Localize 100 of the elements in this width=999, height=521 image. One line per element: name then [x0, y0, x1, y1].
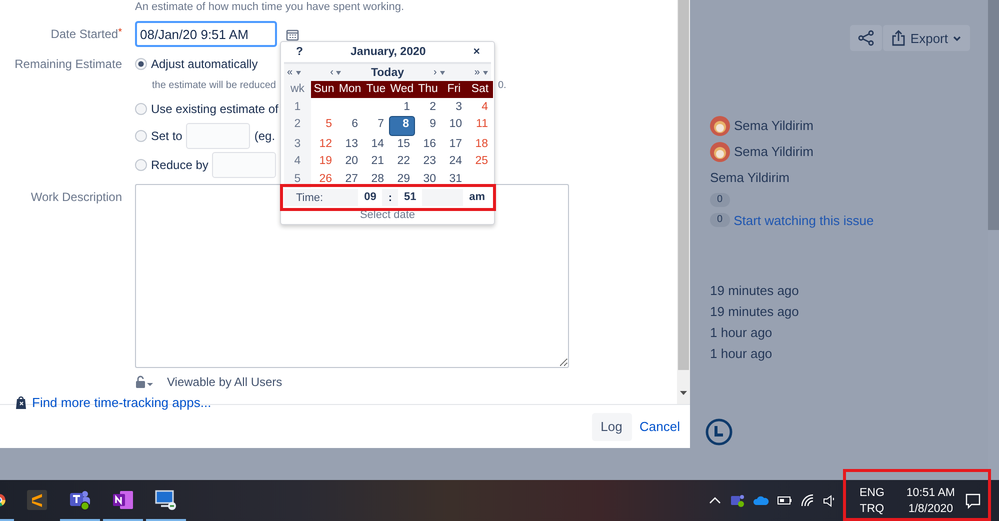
day-cell[interactable]: 14	[363, 136, 389, 153]
day-cell[interactable]: 6	[337, 116, 363, 134]
count-badge: 0	[710, 193, 730, 207]
volume-icon[interactable]	[822, 493, 834, 508]
scroll-down-icon[interactable]	[679, 390, 688, 396]
hour-field[interactable]: 09	[358, 189, 382, 206]
day-cell[interactable]: 27	[337, 170, 363, 188]
timestamp: 19 minutes ago	[710, 283, 800, 299]
language-indicator[interactable]: ENG TRQ	[859, 484, 884, 516]
day-cell[interactable]: 4	[467, 98, 493, 116]
weekday-label: Sun	[311, 81, 337, 98]
day-cell[interactable]: 18	[467, 136, 493, 153]
apps-link[interactable]: Find more time-tracking apps...	[32, 395, 212, 410]
week-number: 3	[293, 136, 302, 152]
estimate-field[interactable]	[186, 123, 250, 149]
nav-button[interactable]: «	[287, 67, 301, 78]
option-label: Set to	[151, 129, 182, 143]
radio-button[interactable]	[135, 159, 147, 171]
close-button[interactable]: ×	[473, 46, 480, 58]
log-button[interactable]: Log	[592, 412, 632, 440]
day-cell[interactable]: 3	[441, 98, 467, 116]
day-cell[interactable]: 31	[441, 170, 467, 188]
day-cell[interactable]: 8	[389, 116, 415, 136]
day-cell[interactable]: 21	[363, 153, 389, 170]
day-cell[interactable]: 13	[337, 136, 363, 153]
visibility-label: Viewable by All Users	[167, 375, 282, 389]
day-cell[interactable]: 2	[415, 98, 441, 116]
day-cell[interactable]: 30	[415, 170, 441, 188]
day-cell[interactable]: 23	[415, 153, 441, 170]
day-cell[interactable]: 11	[467, 116, 493, 134]
timestamp: 1 hour ago	[710, 346, 774, 362]
cancel-link[interactable]: Cancel	[640, 419, 680, 434]
day-cell[interactable]: 24	[441, 153, 467, 170]
estimate-field[interactable]	[212, 152, 276, 178]
timestamp: 1 hour ago	[710, 325, 774, 341]
day-cell[interactable]: 5	[311, 116, 337, 134]
shopping-bag-icon	[15, 395, 27, 410]
nav-button[interactable]: ›	[434, 67, 445, 78]
day-cell[interactable]: 16	[415, 136, 441, 153]
export-button[interactable]: Export	[883, 25, 970, 51]
week-number: 5	[293, 172, 302, 186]
unlock-icon[interactable]	[135, 375, 154, 389]
option-label: Use existing estimate of	[151, 102, 278, 116]
user-name: Sema Yildirim	[710, 170, 790, 185]
nav-button[interactable]: »	[474, 67, 488, 78]
minute-field[interactable]: 51	[398, 189, 422, 206]
week-number: 4	[293, 154, 302, 169]
caret-icon	[953, 36, 961, 40]
hint-text: An estimate of how much time you have spent working.	[135, 1, 406, 13]
field-label: Work Description	[30, 190, 122, 204]
user-name: Sema Yildirim	[734, 118, 814, 133]
day-cell[interactable]: 1	[389, 98, 415, 116]
day-cell[interactable]: 29	[389, 170, 415, 188]
day-cell[interactable]: 17	[441, 136, 467, 153]
day-cell[interactable]: 15	[389, 136, 415, 153]
time-separator: :	[387, 192, 394, 204]
hint-text: 0.	[498, 80, 506, 90]
user-name: Sema Yildirim	[734, 144, 814, 159]
option-label: Adjust automatically	[151, 56, 258, 70]
timestamp: 19 minutes ago	[710, 304, 800, 320]
weekday-label: Thu	[415, 81, 441, 98]
month-title: January, 2020	[350, 46, 426, 58]
day-cell[interactable]: 10	[441, 116, 467, 134]
radio-button[interactable]	[135, 102, 147, 114]
system-clock[interactable]: 10:51 AM 1/8/2020	[906, 484, 955, 516]
share-button[interactable]	[850, 25, 882, 51]
description-field[interactable]	[135, 184, 569, 368]
notification-icon[interactable]	[965, 492, 981, 508]
teams-icon[interactable]	[730, 493, 746, 508]
caret-icon	[482, 70, 488, 74]
day-cell[interactable]: 26	[311, 170, 337, 188]
option-label: Reduce by	[151, 158, 208, 172]
day-cell[interactable]: 25	[467, 153, 493, 170]
date-field[interactable]: 08/Jan/20 9:51 AM	[135, 21, 277, 47]
day-cell[interactable]: 22	[389, 153, 415, 170]
day-cell[interactable]: 19	[311, 153, 337, 170]
field-label: Date Started*	[50, 27, 122, 41]
day-cell[interactable]: 7	[363, 116, 389, 134]
caret-icon	[440, 70, 445, 74]
period-field[interactable]: am	[463, 189, 491, 206]
hint-text: the estimate will be reduced	[152, 80, 276, 90]
weekday-label: Wed	[389, 81, 415, 98]
today-button[interactable]: Today	[370, 66, 404, 78]
caret-icon	[296, 70, 301, 74]
wifi-icon[interactable]	[800, 493, 814, 508]
week-number: 1	[293, 100, 302, 114]
required-mark: *	[118, 27, 122, 38]
help-button[interactable]: ?	[296, 46, 304, 58]
day-cell[interactable]: 20	[337, 153, 363, 170]
radio-button[interactable]	[135, 130, 147, 142]
day-cell[interactable]: 9	[415, 116, 441, 134]
calendar-icon[interactable]	[286, 28, 299, 40]
radio-button[interactable]	[135, 58, 147, 70]
nav-button[interactable]: ‹	[330, 67, 342, 78]
day-cell[interactable]: 12	[311, 136, 337, 153]
field-label: Remaining Estimate	[14, 56, 122, 70]
scrollbar[interactable]	[677, 0, 690, 404]
day-cell[interactable]: 28	[363, 170, 389, 188]
caret-icon	[336, 70, 342, 74]
weekday-label: Sat	[467, 81, 493, 98]
